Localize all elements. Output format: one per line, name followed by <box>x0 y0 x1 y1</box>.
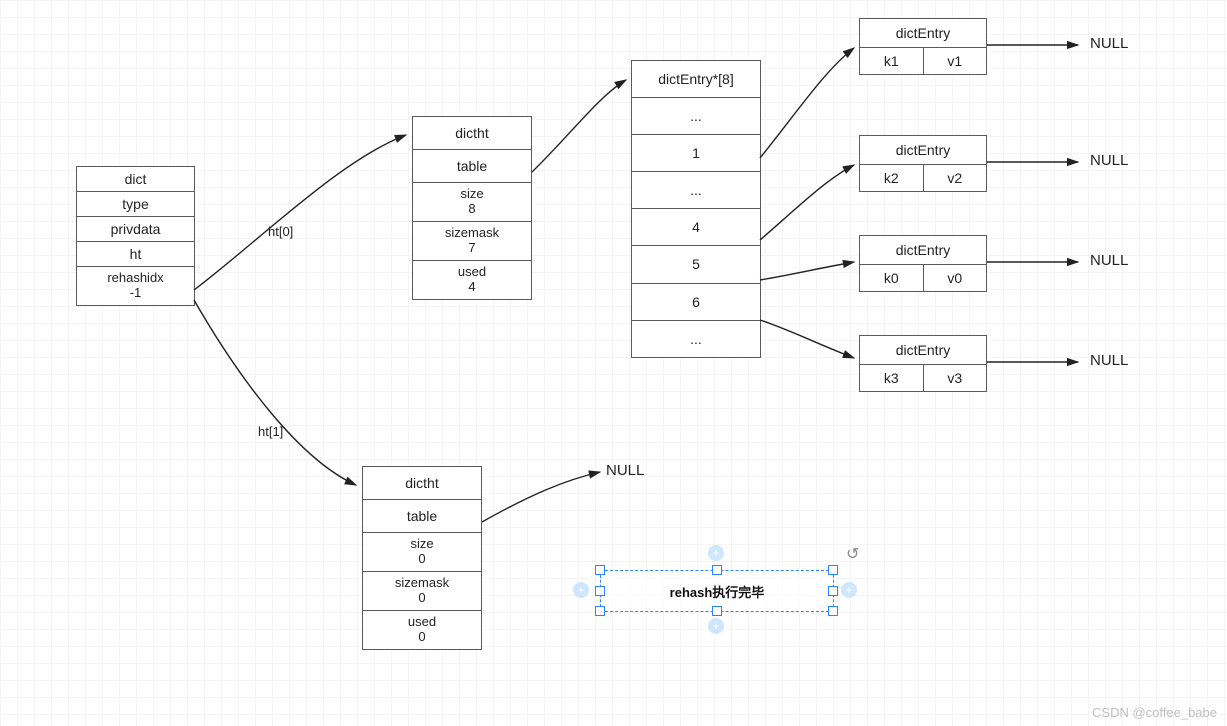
resize-handle[interactable] <box>712 606 722 616</box>
resize-handle[interactable] <box>595 606 605 616</box>
bucket-slot: ... <box>632 98 760 135</box>
add-handle-icon[interactable]: + <box>708 545 724 561</box>
dictht0-mask: sizemask7 <box>413 222 531 261</box>
bucket-slot: ... <box>632 321 760 357</box>
dictht0-size: size8 <box>413 183 531 222</box>
bucket-struct: dictEntry*[8] ... 1 ... 4 5 6 ... <box>631 60 761 358</box>
bg-grid <box>0 0 1227 726</box>
dictht1-struct: dictht table size0 sizemask0 used0 <box>362 466 482 650</box>
resize-handle[interactable] <box>828 586 838 596</box>
dict-title: dict <box>77 167 194 192</box>
dictentry-3: dictEntry k3v3 <box>859 335 987 392</box>
dictht0-title: dictht <box>413 117 531 150</box>
null-1: NULL <box>1090 152 1128 169</box>
null-2: NULL <box>1090 252 1128 269</box>
add-handle-icon[interactable]: + <box>573 582 589 598</box>
dictentry-0: dictEntry k1v1 <box>859 18 987 75</box>
label-ht1: ht[1] <box>258 424 283 439</box>
bucket-slot: 5 <box>632 246 760 283</box>
null-3: NULL <box>1090 352 1128 369</box>
null-0: NULL <box>1090 35 1128 52</box>
dict-type: type <box>77 192 194 217</box>
null-4: NULL <box>606 462 644 479</box>
watermark: CSDN @coffee_babe <box>1092 705 1217 720</box>
bucket-title: dictEntry*[8] <box>632 61 760 98</box>
dictht1-size: size0 <box>363 533 481 572</box>
dictentry-2: dictEntry k0v0 <box>859 235 987 292</box>
dictht0-table: table <box>413 150 531 183</box>
resize-handle[interactable] <box>595 586 605 596</box>
bucket-slot: 1 <box>632 135 760 172</box>
dictentry-1: dictEntry k2v2 <box>859 135 987 192</box>
resize-handle[interactable] <box>828 606 838 616</box>
dictht1-mask: sizemask0 <box>363 572 481 611</box>
resize-handle[interactable] <box>595 565 605 575</box>
dictht0-struct: dictht table size8 sizemask7 used4 <box>412 116 532 300</box>
resize-handle[interactable] <box>828 565 838 575</box>
rotate-handle-icon[interactable]: ↺ <box>846 544 859 564</box>
dict-ht: ht <box>77 242 194 267</box>
bucket-slot: 4 <box>632 209 760 246</box>
add-handle-icon[interactable]: + <box>841 582 857 598</box>
dict-struct: dict type privdata ht rehashidx-1 <box>76 166 195 306</box>
dictht0-used: used4 <box>413 261 531 299</box>
dictht1-table: table <box>363 500 481 533</box>
dict-privdata: privdata <box>77 217 194 242</box>
bucket-slot: 6 <box>632 284 760 321</box>
dictht1-title: dictht <box>363 467 481 500</box>
resize-handle[interactable] <box>712 565 722 575</box>
dict-rehashidx: rehashidx-1 <box>77 267 194 305</box>
bucket-slot: ... <box>632 172 760 209</box>
add-handle-icon[interactable]: + <box>708 618 724 634</box>
dictht1-used: used0 <box>363 611 481 649</box>
label-ht0: ht[0] <box>268 224 293 239</box>
